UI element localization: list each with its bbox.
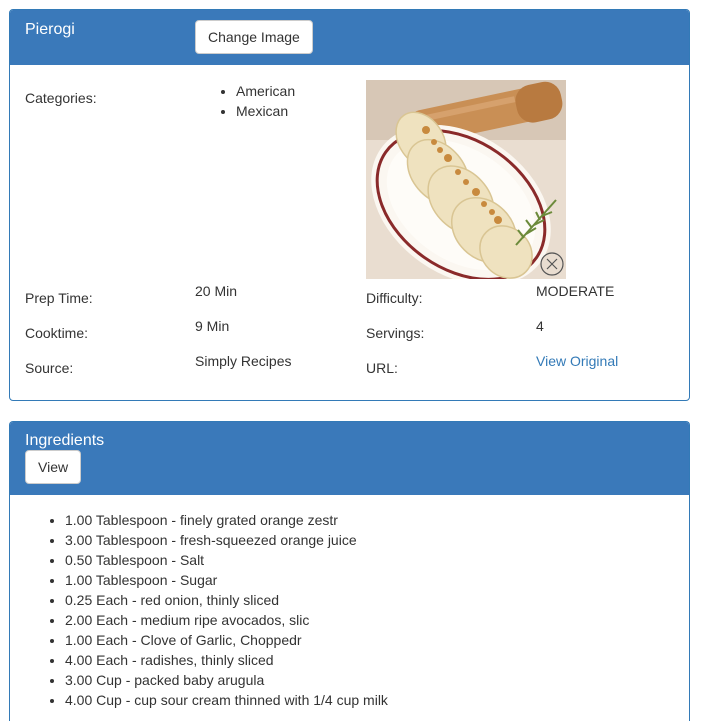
change-image-button[interactable]: Change Image <box>195 20 313 54</box>
categories-list: American Mexican <box>196 81 295 121</box>
ingredient-item: 0.25 Each - red onion, thinly sliced <box>65 590 388 610</box>
category-item: Mexican <box>236 101 295 121</box>
difficulty-value: MODERATE <box>536 283 615 299</box>
ingredient-item: 1.00 Tablespoon - Sugar <box>65 570 388 590</box>
category-item: American <box>236 81 295 101</box>
cooktime-label: Cooktime: <box>25 325 89 341</box>
ingredient-item: 4.00 Each - radishes, thinly sliced <box>65 650 388 670</box>
ingredient-item: 1.00 Each - Clove of Garlic, Choppedr <box>65 630 388 650</box>
ingredient-item: 2.00 Each - medium ripe avocados, slic <box>65 610 388 630</box>
recipe-panel-heading: Pierogi Change Image <box>10 10 689 65</box>
url-label: URL: <box>366 360 398 376</box>
source-label: Source: <box>25 360 74 376</box>
cooktime-value: 9 Min <box>195 318 230 334</box>
servings-value: 4 <box>536 318 544 334</box>
ingredient-item: 1.00 Tablespoon - finely grated orange z… <box>65 510 388 530</box>
prep-time-value: 20 Min <box>195 283 238 299</box>
ingredient-item: 3.00 Cup - packed baby arugula <box>65 670 388 690</box>
ingredients-panel-heading: Ingredients View <box>10 422 689 495</box>
source-value: Simply Recipes <box>195 353 292 369</box>
view-original-link[interactable]: View Original <box>536 353 618 369</box>
ingredients-panel: Ingredients View 1.00 Tablespoon - finel… <box>9 421 690 721</box>
difficulty-label: Difficulty: <box>366 290 423 306</box>
pierogi-photo-icon <box>366 80 566 279</box>
ingredient-item: 0.50 Tablespoon - Salt <box>65 550 388 570</box>
ingredient-item: 4.00 Cup - cup sour cream thinned with 1… <box>65 690 388 710</box>
ingredients-list: 1.00 Tablespoon - finely grated orange z… <box>25 510 388 710</box>
ingredient-item: 3.00 Tablespoon - fresh-squeezed orange … <box>65 530 388 550</box>
ingredients-title: Ingredients <box>25 432 105 449</box>
recipe-image <box>366 80 566 279</box>
recipe-title: Pierogi <box>25 21 75 38</box>
recipe-panel: Pierogi Change Image Categories: America… <box>9 9 690 401</box>
categories-label: Categories: <box>25 90 97 106</box>
servings-label: Servings: <box>366 325 425 341</box>
prep-time-label: Prep Time: <box>25 290 93 306</box>
view-ingredients-button[interactable]: View <box>25 450 82 484</box>
